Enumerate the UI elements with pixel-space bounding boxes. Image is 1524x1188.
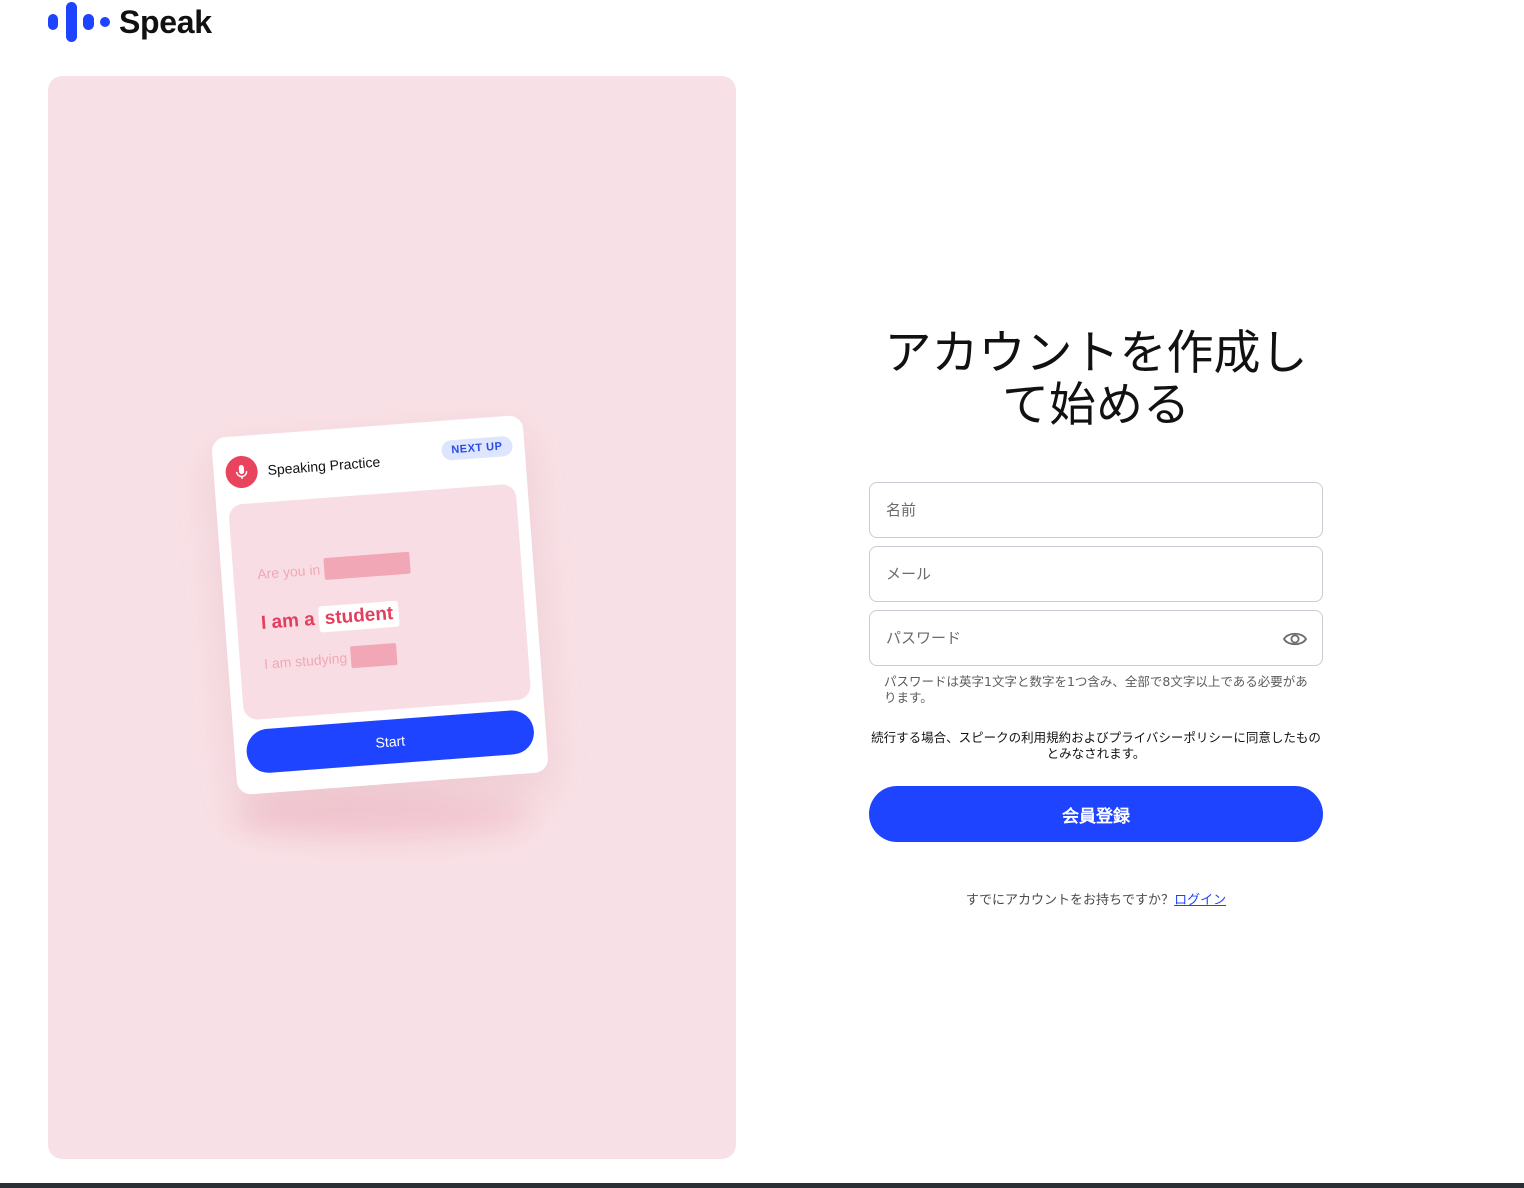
card-title: Speaking Practice — [266, 453, 381, 479]
sentence-text: I am studying — [263, 649, 348, 672]
speak-logo-mark-icon — [48, 2, 110, 42]
word-blank — [350, 642, 398, 669]
microphone-icon — [224, 454, 259, 490]
login-link[interactable]: ログイン — [1174, 893, 1226, 908]
speak-logo[interactable]: Speak — [48, 2, 212, 42]
login-prompt: すでにアカウントをお持ちですか？ — [965, 893, 1175, 908]
card-start-button: Start — [245, 708, 536, 775]
password-field — [869, 610, 1323, 666]
terms-notice: 続行する場合、スピークの利用規約およびプライバシーポリシーに同意したものとみなさ… — [871, 730, 1321, 761]
page-title: アカウントを作成して始める — [884, 326, 1308, 433]
promo-panel: Speaking Practice NEXT UP Are you in I a… — [48, 76, 736, 1159]
register-button[interactable]: 会員登録 — [869, 786, 1323, 842]
sentence-line: I am a student — [260, 600, 401, 637]
practice-sentences: Are you in I am a student I am studying — [228, 483, 532, 721]
signup-page: Speak Speaking Practice NEXT UP Are you … — [0, 0, 1524, 1188]
sentence-text: Are you in — [256, 561, 321, 583]
eye-icon[interactable] — [1282, 627, 1308, 651]
name-input[interactable] — [870, 483, 1322, 537]
email-field — [869, 546, 1323, 602]
word-blank — [323, 551, 411, 581]
email-input[interactable] — [870, 547, 1322, 601]
card-shadow — [233, 794, 533, 840]
bottom-bar — [0, 1183, 1524, 1188]
next-up-badge: NEXT UP — [440, 435, 514, 461]
answer-word-chip: student — [317, 600, 401, 633]
speaking-practice-card: Speaking Practice NEXT UP Are you in I a… — [211, 414, 549, 796]
sentence-text: I am a — [260, 608, 316, 634]
sentence-line: Are you in — [256, 551, 411, 585]
password-input[interactable] — [870, 611, 1322, 665]
password-hint: パスワードは英字1文字と数字を1つ含み、全部で8文字以上である必要があります。 — [884, 674, 1308, 705]
sentence-line: I am studying — [263, 642, 398, 675]
name-field — [869, 482, 1323, 538]
login-prompt-row: すでにアカウントをお持ちですか？ログイン — [869, 889, 1323, 908]
card-header: Speaking Practice NEXT UP — [224, 434, 514, 491]
brand-name: Speak — [119, 3, 212, 40]
